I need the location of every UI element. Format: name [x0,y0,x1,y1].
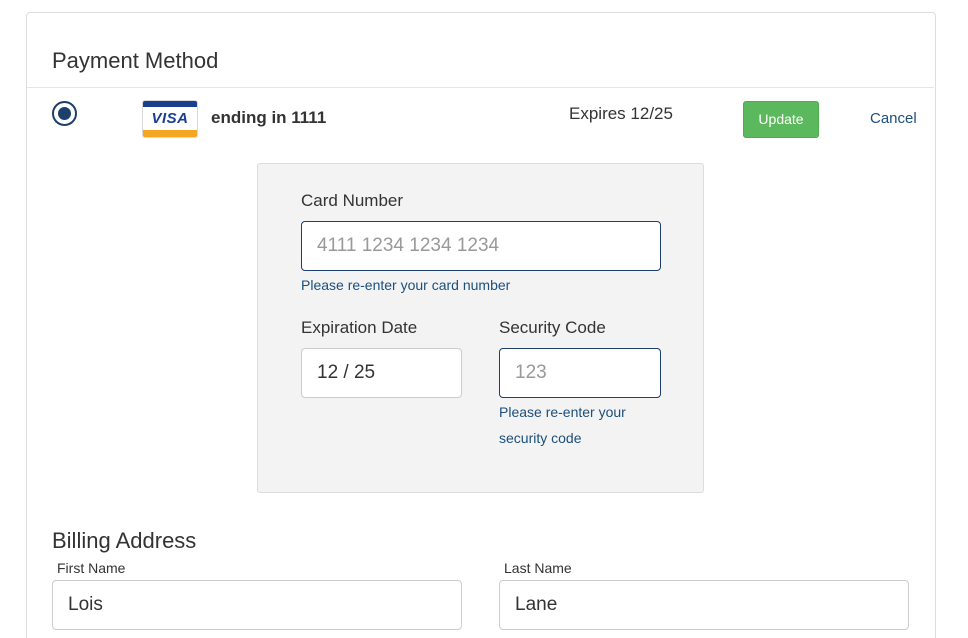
visa-logo-top-band [143,101,197,107]
expiration-date-label: Expiration Date [301,318,418,337]
card-number-help: Please re-enter your card number [301,277,511,293]
card-ending-text: ending in 1111 [211,108,327,127]
last-name-label: Last Name [504,560,572,576]
divider [27,87,934,88]
security-code-help: Please re-enter your security code [499,404,626,446]
first-name-input[interactable] [52,580,462,630]
visa-card-icon: VISA [142,100,198,138]
radio-selected-dot [58,107,71,120]
card-number-label: Card Number [301,191,404,210]
visa-logo-bottom-band [143,130,197,137]
last-name-input[interactable] [499,580,909,630]
security-code-input[interactable] [499,348,661,398]
update-button[interactable]: Update [743,101,819,138]
cancel-link[interactable]: Cancel [870,110,917,127]
first-name-label: First Name [57,560,126,576]
payment-method-title: Payment Method [52,48,219,73]
billing-address-title: Billing Address [52,528,197,553]
card-number-input[interactable] [301,221,661,271]
visa-logo-text: VISA [151,110,189,127]
card-radio-button[interactable] [52,101,77,126]
security-code-label: Security Code [499,318,606,337]
card-expires-text: Expires 12/25 [569,104,673,123]
expiration-date-input[interactable] [301,348,462,398]
